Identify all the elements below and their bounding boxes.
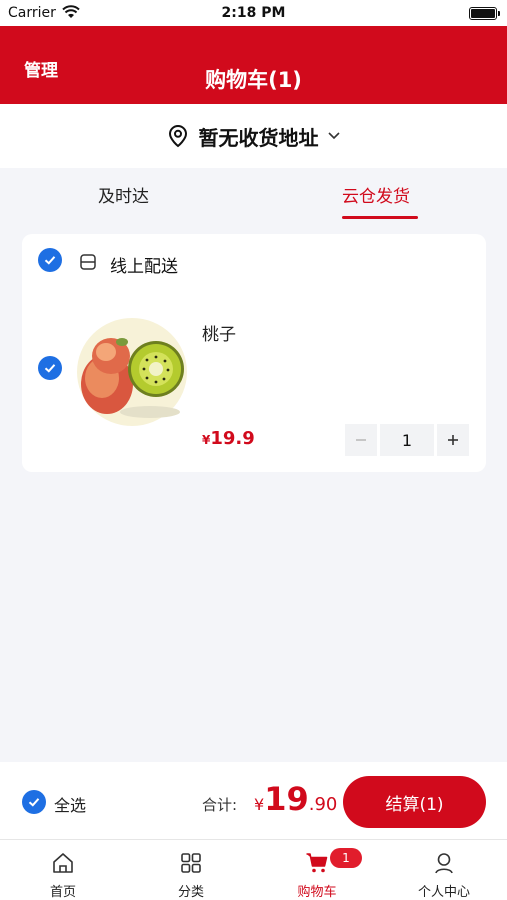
chevron-down-icon <box>327 132 340 140</box>
checkout-bar: 全选 合计: ¥19.90 结算(1) <box>0 762 507 840</box>
category-grid-icon <box>181 853 201 873</box>
checkout-button[interactable]: 结算(1) <box>343 776 486 828</box>
tabbar-item-profile[interactable]: 个人中心 <box>381 840 507 900</box>
item-checkbox[interactable] <box>38 356 62 380</box>
home-icon <box>53 853 73 873</box>
address-selector[interactable]: 暂无收货地址 <box>0 104 507 168</box>
header-bar: 管理 购物车(1) <box>0 26 507 104</box>
select-all-checkbox[interactable] <box>22 790 46 814</box>
total-currency: ¥ <box>254 795 265 814</box>
group-checkbox[interactable] <box>38 248 62 272</box>
quantity-stepper: 1 <box>345 424 469 456</box>
tabbar-label-category: 分类 <box>177 885 204 900</box>
battery-icon <box>469 7 500 20</box>
location-pin-icon <box>168 124 187 148</box>
store-icon <box>80 254 96 270</box>
total-decimal: .90 <box>308 794 338 815</box>
bottom-tab-bar: 首页 分类 1 购物车 个人中心 <box>0 840 507 900</box>
product-price: ¥19.9 <box>202 428 255 449</box>
address-text: 暂无收货地址 <box>198 125 319 150</box>
total-label: 合计: <box>202 796 238 814</box>
check-icon <box>44 256 56 265</box>
price-value: 19.9 <box>210 428 255 449</box>
product-name[interactable]: 桃子 <box>202 320 236 345</box>
clock: 2:18 PM <box>221 5 286 21</box>
increase-quantity-button[interactable] <box>437 424 469 456</box>
total-integer: 19 <box>264 780 309 818</box>
active-tab-indicator <box>342 216 418 219</box>
group-label: 线上配送 <box>110 257 178 277</box>
decrease-quantity-button[interactable] <box>345 424 377 456</box>
tabbar-label-profile: 个人中心 <box>417 885 470 900</box>
cart-group-card: 线上配送 桃子 ¥19.9 1 <box>22 234 486 472</box>
status-bar: Carrier 2:18 PM <box>0 0 507 26</box>
tabbar-item-cart[interactable]: 1 购物车 <box>254 840 380 900</box>
check-icon <box>28 798 40 807</box>
tabbar-item-home[interactable]: 首页 <box>0 840 126 900</box>
page-title: 购物车(1) <box>205 68 302 92</box>
quantity-input[interactable]: 1 <box>380 424 434 456</box>
tabbar-label-home: 首页 <box>49 885 76 900</box>
delivery-tabs: 及时达 云仓发货 <box>0 168 507 224</box>
plus-icon <box>448 435 458 445</box>
minus-icon <box>356 439 366 441</box>
cart-icon <box>306 853 328 873</box>
user-icon <box>435 853 453 874</box>
check-icon <box>44 364 56 373</box>
tabbar-item-category[interactable]: 分类 <box>128 840 254 900</box>
tab-instant-delivery[interactable]: 及时达 <box>98 182 149 207</box>
tab-warehouse-shipping[interactable]: 云仓发货 <box>342 182 410 207</box>
total-amount: ¥19.90 <box>254 780 337 818</box>
cart-badge: 1 <box>330 848 362 868</box>
tabbar-label-cart: 购物车 <box>297 885 337 900</box>
select-all-label[interactable]: 全选 <box>54 792 86 816</box>
product-image[interactable] <box>74 312 190 428</box>
